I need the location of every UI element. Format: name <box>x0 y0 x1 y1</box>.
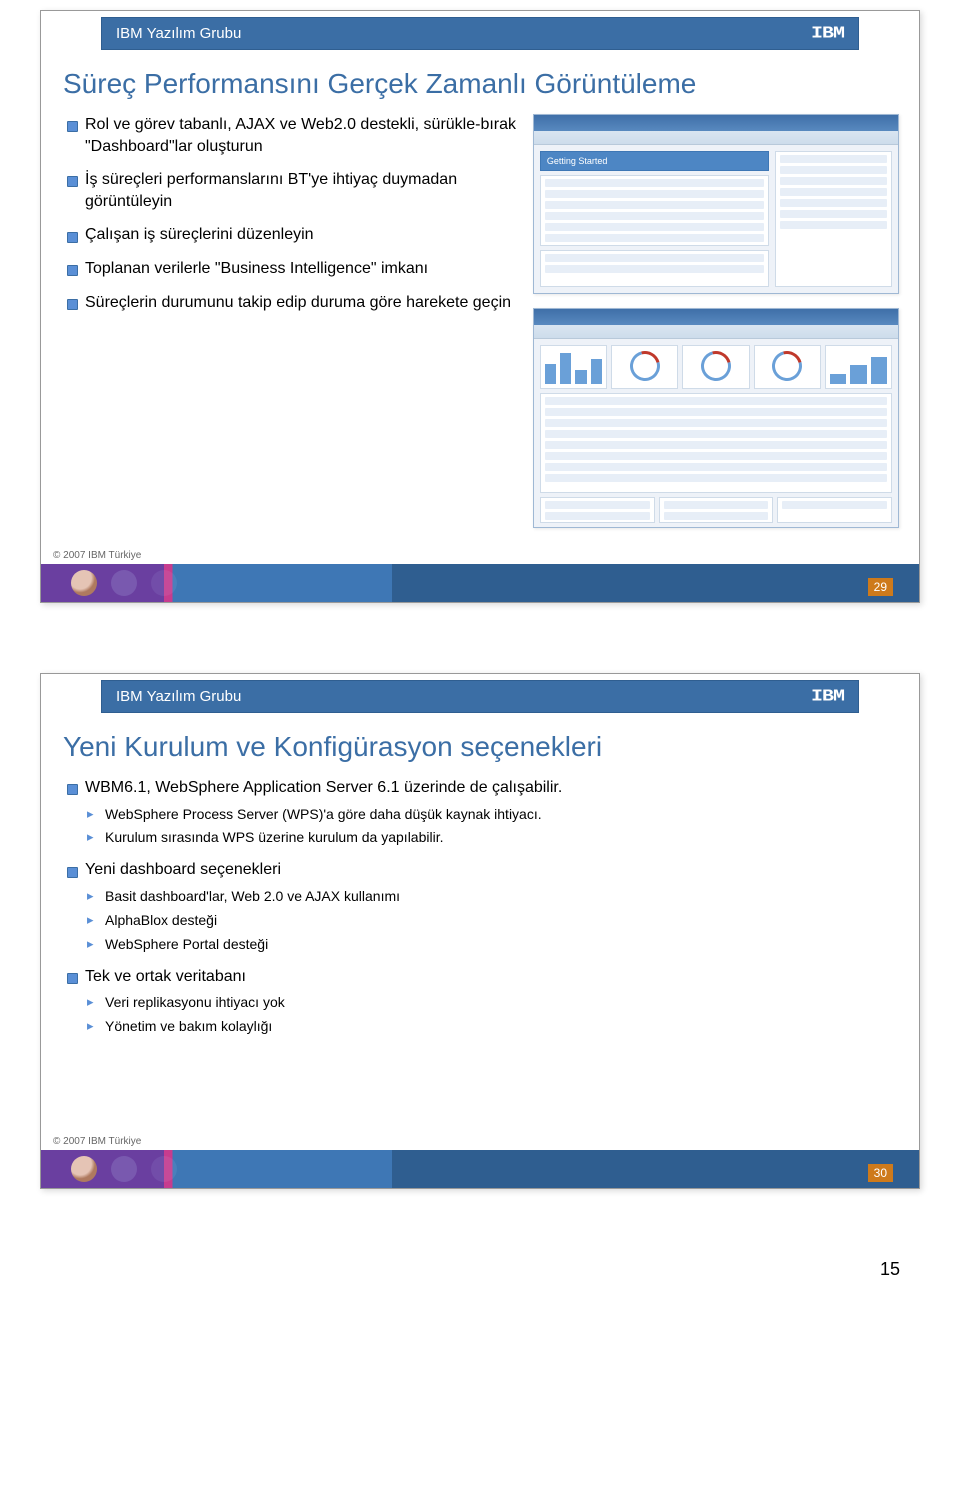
slide-number: 30 <box>868 1164 893 1182</box>
slide-number: 29 <box>868 578 893 596</box>
copyright: © 2007 IBM Türkiye <box>49 549 145 562</box>
subbullet-item: WebSphere Process Server (WPS)'a göre da… <box>85 805 899 824</box>
bullet-list: WBM6.1, WebSphere Application Server 6.1… <box>63 777 899 1036</box>
slide-title: Süreç Performansını Gerçek Zamanlı Görün… <box>63 68 919 100</box>
bullet-item: WBM6.1, WebSphere Application Server 6.1… <box>63 777 899 847</box>
bullet-text: Yeni dashboard seçenekleri <box>85 861 281 878</box>
bullet-text: WBM6.1, WebSphere Application Server 6.1… <box>85 779 562 796</box>
dashboard-screenshot-2 <box>533 308 899 528</box>
copyright: © 2007 IBM Türkiye <box>49 1135 145 1148</box>
subbullet-item: Yönetim ve bakım kolaylığı <box>85 1017 899 1036</box>
dashboard-screenshot-1: Getting Started <box>533 114 899 294</box>
bullet-item: Tek ve ortak veritabanı Veri replikasyon… <box>63 966 899 1036</box>
bullet-item: Çalışan iş süreçlerini düzenleyin <box>63 224 523 246</box>
bullet-column: Rol ve görev tabanlı, AJAX ve Web2.0 des… <box>63 114 523 542</box>
subbullet-item: AlphaBlox desteği <box>85 911 899 930</box>
header-label: IBM Yazılım Grubu <box>116 688 241 705</box>
getting-started-panel: Getting Started <box>540 151 769 171</box>
header-label: IBM Yazılım Grubu <box>116 25 241 42</box>
slide-title: Yeni Kurulum ve Konfigürasyon seçenekler… <box>63 731 919 763</box>
subbullet-item: Kurulum sırasında WPS üzerine kurulum da… <box>85 828 899 847</box>
bullet-item: Toplanan verilerle "Business Intelligenc… <box>63 258 523 280</box>
ibm-logo: IBM <box>811 687 844 707</box>
bullet-item: İş süreçleri performanslarını BT'ye ihti… <box>63 169 523 212</box>
subbullet-item: Basit dashboard'lar, Web 2.0 ve AJAX kul… <box>85 887 899 906</box>
slide-footer: 30 <box>41 1150 919 1188</box>
slide-2: IBM Yazılım Grubu IBM Yeni Kurulum ve Ko… <box>40 673 920 1189</box>
subbullet-item: Veri replikasyonu ihtiyacı yok <box>85 993 899 1012</box>
screenshot-column: Getting Started <box>523 114 899 542</box>
bullet-item: Rol ve görev tabanlı, AJAX ve Web2.0 des… <box>63 114 523 157</box>
slide-header: IBM Yazılım Grubu IBM <box>101 17 859 50</box>
bullet-text: Tek ve ortak veritabanı <box>85 968 246 985</box>
bullet-item: Yeni dashboard seçenekleri Basit dashboa… <box>63 859 899 953</box>
page-number: 15 <box>40 1259 900 1280</box>
bullet-item: Süreçlerin durumunu takip edip duruma gö… <box>63 292 523 314</box>
slide-header: IBM Yazılım Grubu IBM <box>101 680 859 713</box>
slide-footer: 29 <box>41 564 919 602</box>
ibm-logo: IBM <box>811 24 844 44</box>
slide-1: IBM Yazılım Grubu IBM Süreç Performansın… <box>40 10 920 603</box>
subbullet-item: WebSphere Portal desteği <box>85 935 899 954</box>
